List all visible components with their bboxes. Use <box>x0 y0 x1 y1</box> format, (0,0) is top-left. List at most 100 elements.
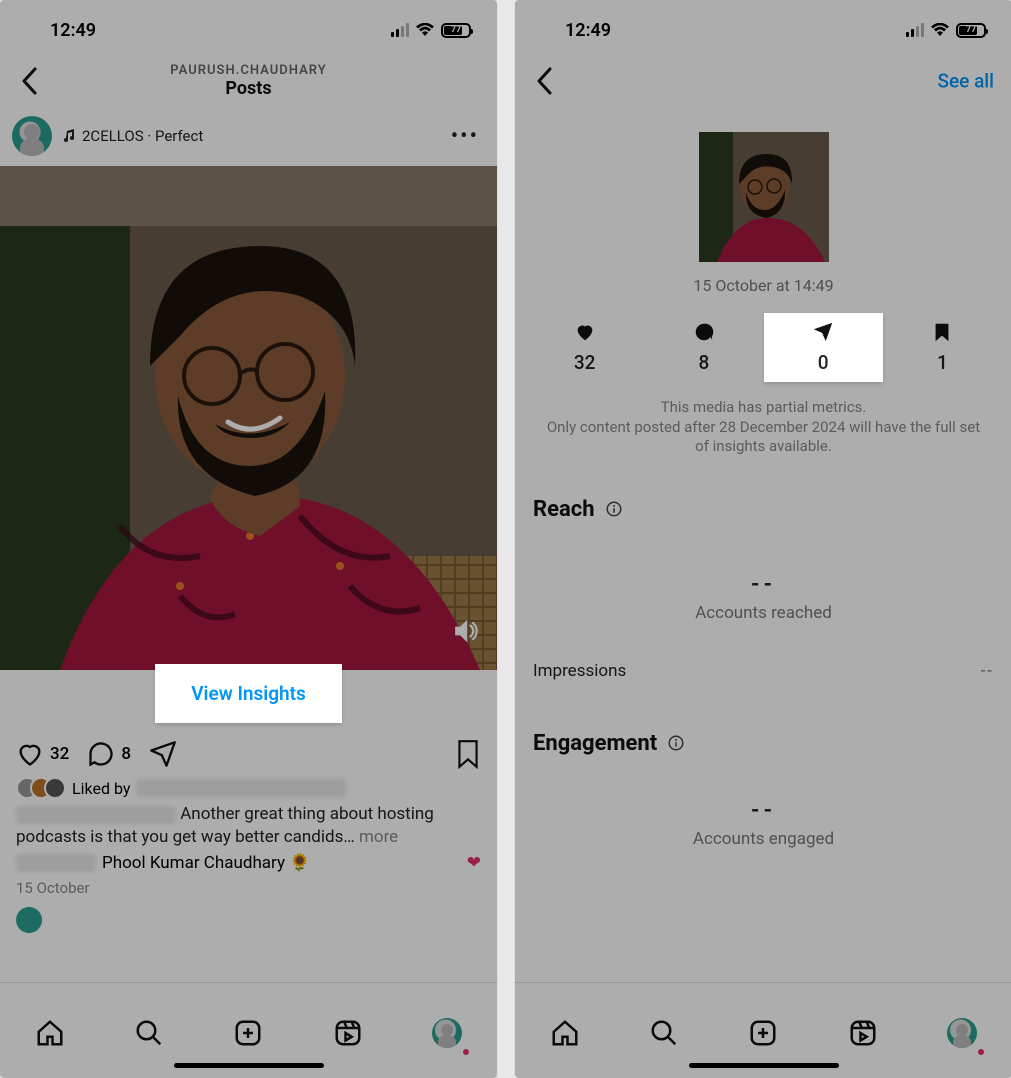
liked-by-name-redacted <box>136 779 346 797</box>
liked-by-text: Liked by <box>72 779 130 798</box>
commenter-redacted <box>16 854 96 872</box>
music-text: 2CELLOS · Perfect <box>82 127 203 145</box>
liked-avatars <box>16 777 66 799</box>
tab-search[interactable] <box>644 1013 684 1053</box>
back-button[interactable] <box>10 61 50 101</box>
status-time: 12:49 <box>565 20 611 41</box>
thumbnail-wrap <box>515 110 1011 270</box>
nav-bar: See all <box>515 52 1011 110</box>
comment-text: Phool Kumar Chaudhary <box>102 853 285 873</box>
tab-create[interactable] <box>228 1013 268 1053</box>
metric-value: 8 <box>644 347 763 374</box>
impressions-value: -- <box>981 661 994 681</box>
post-timestamp: 15 October at 14:49 <box>515 270 1011 313</box>
profile-avatar <box>432 1018 462 1048</box>
share-button[interactable] <box>149 740 177 768</box>
comment-row[interactable]: Phool Kumar Chaudhary 🌻 ❤ <box>0 849 497 873</box>
view-insights-wrap: View Insights <box>0 664 497 735</box>
post-thumbnail[interactable] <box>699 132 829 262</box>
metric-saves[interactable]: 1 <box>883 313 1002 382</box>
reach-title: Reach <box>533 497 595 522</box>
cellular-icon <box>391 23 409 37</box>
battery-icon: 77 <box>441 23 471 38</box>
status-right: 77 <box>391 23 471 38</box>
engagement-value: -- <box>515 766 1011 823</box>
sound-icon[interactable] <box>453 618 479 644</box>
disclaimer-line1: This media has partial metrics. <box>661 398 867 416</box>
tab-home[interactable] <box>30 1013 70 1053</box>
tab-create[interactable] <box>743 1013 783 1053</box>
next-post-peek <box>0 903 497 941</box>
post-caption[interactable]: Another great thing about hosting podcas… <box>0 801 497 849</box>
heart-icon <box>574 321 596 343</box>
comment-count: 8 <box>121 744 131 764</box>
home-indicator[interactable] <box>689 1063 839 1068</box>
nav-title: Posts <box>170 78 326 99</box>
post-header: 2CELLOS · Perfect ••• <box>0 110 497 166</box>
impressions-row[interactable]: Impressions -- <box>515 651 1011 691</box>
share-icon <box>812 321 834 343</box>
tab-profile[interactable] <box>942 1013 982 1053</box>
battery-icon: 77 <box>956 23 986 38</box>
notification-dot <box>463 1049 469 1055</box>
home-indicator[interactable] <box>174 1063 324 1068</box>
more-button[interactable]: ••• <box>445 124 485 149</box>
nav-bar: PAURUSH.CHAUDHARY Posts <box>0 52 497 110</box>
notification-dot <box>978 1049 984 1055</box>
info-icon[interactable] <box>667 734 685 752</box>
nav-center: PAURUSH.CHAUDHARY Posts <box>170 63 326 99</box>
status-right: 77 <box>906 23 986 38</box>
status-bar: 12:49 77 <box>0 0 497 52</box>
tab-home[interactable] <box>545 1013 585 1053</box>
metric-likes[interactable]: 32 <box>525 313 644 382</box>
comment-button[interactable]: 8 <box>87 740 131 768</box>
nav-username: PAURUSH.CHAUDHARY <box>170 63 326 78</box>
right-screen: 12:49 77 See all <box>515 0 1011 1078</box>
reach-section-header: Reach <box>515 487 1011 532</box>
engagement-section-header: Engagement <box>515 721 1011 766</box>
disclaimer-line2: Only content posted after 28 December 20… <box>547 418 980 456</box>
engagement-label: Accounts engaged <box>515 823 1011 877</box>
avatar[interactable] <box>12 116 52 156</box>
post-actions: 32 8 <box>0 735 497 775</box>
comment-emoji: 🌻 <box>289 853 310 873</box>
post-date: 15 October <box>0 873 497 903</box>
see-all-link[interactable]: See all <box>937 70 994 93</box>
back-button[interactable] <box>525 61 565 101</box>
save-button[interactable] <box>455 739 481 769</box>
view-insights-button[interactable]: View Insights <box>155 664 342 723</box>
music-line[interactable]: 2CELLOS · Perfect <box>62 127 203 145</box>
tab-profile[interactable] <box>427 1013 467 1053</box>
metric-shares[interactable]: 0 <box>764 313 883 382</box>
left-screen: 12:49 77 PAURUSH.CHAUDHARY Posts 2CELLOS… <box>0 0 497 1078</box>
bookmark-icon <box>931 321 953 343</box>
metric-value: 32 <box>525 347 644 374</box>
reach-value: -- <box>515 532 1011 597</box>
post-image[interactable] <box>0 166 497 670</box>
metric-comments[interactable]: 8 <box>644 313 763 382</box>
like-button[interactable]: 32 <box>16 740 69 768</box>
impressions-label: Impressions <box>533 661 626 681</box>
tab-reels[interactable] <box>843 1013 883 1053</box>
status-time: 12:49 <box>50 20 96 41</box>
tab-reels[interactable] <box>328 1013 368 1053</box>
like-count: 32 <box>50 744 69 764</box>
liked-by-row[interactable]: Liked by <box>0 775 497 801</box>
tab-search[interactable] <box>129 1013 169 1053</box>
status-bar: 12:49 77 <box>515 0 1011 52</box>
cellular-icon <box>906 23 924 37</box>
wifi-icon <box>930 23 950 37</box>
comment-icon <box>693 321 715 343</box>
metrics-row: 32 8 0 1 <box>515 313 1011 390</box>
metrics-disclaimer: This media has partial metrics. Only con… <box>515 390 1011 487</box>
profile-avatar <box>947 1018 977 1048</box>
metric-value: 0 <box>764 347 883 374</box>
engagement-title: Engagement <box>533 731 657 756</box>
caption-more[interactable]: more <box>359 827 398 847</box>
metric-value: 1 <box>883 347 1002 374</box>
avatar[interactable] <box>16 907 42 933</box>
info-icon[interactable] <box>605 500 623 518</box>
comment-heart-icon[interactable]: ❤ <box>467 853 481 873</box>
caption-author-redacted <box>16 806 176 824</box>
reach-label: Accounts reached <box>515 597 1011 651</box>
